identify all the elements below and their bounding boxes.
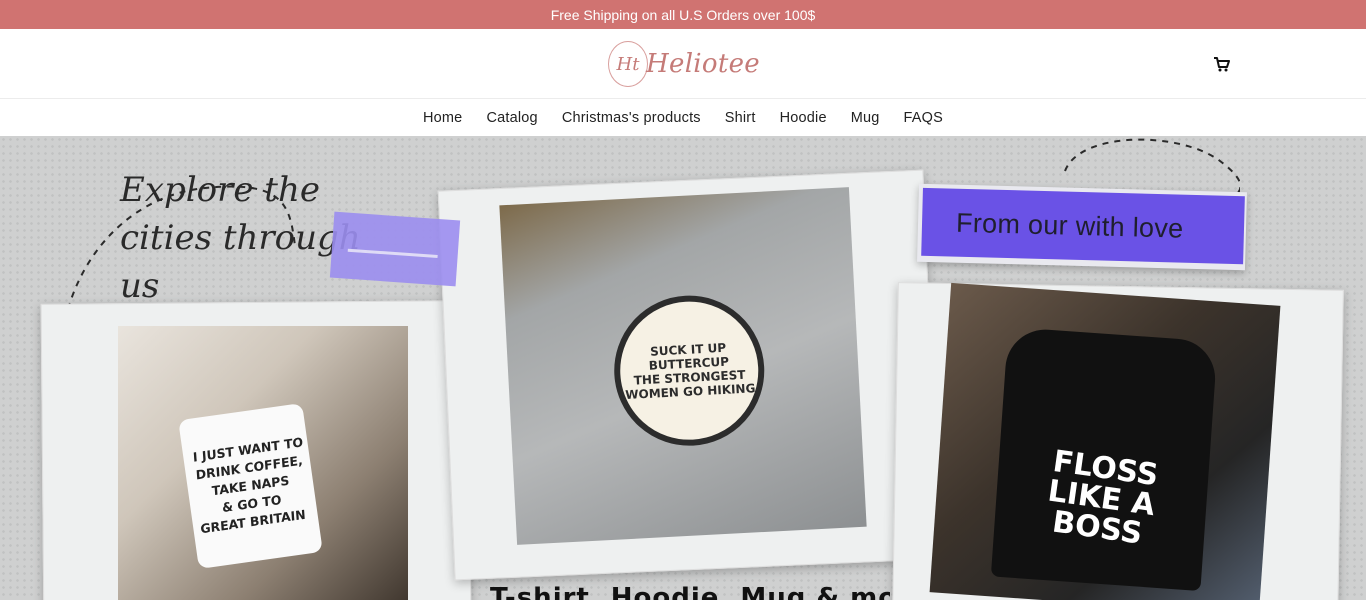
nav-item-shirt[interactable]: Shirt	[725, 110, 756, 126]
nav-item-home[interactable]: Home	[423, 110, 462, 126]
hero-banner[interactable]: Explore the cities through us I JUST WAN…	[0, 136, 1366, 600]
announcement-bar: Free Shipping on all U.S Orders over 100…	[0, 0, 1366, 29]
mug-image: I JUST WANT TO DRINK COFFEE, TAKE NAPS &…	[178, 403, 323, 569]
nav-item-faqs[interactable]: FAQS	[904, 110, 943, 126]
nav-item-catalog[interactable]: Catalog	[486, 110, 537, 126]
hoodie-print-badge: SUCK IT UP BUTTERCUP THE STRONGEST WOMEN…	[610, 291, 769, 450]
love-tag-text: From our with love	[955, 207, 1184, 244]
mug-photo[interactable]: I JUST WANT TO DRINK COFFEE, TAKE NAPS &…	[118, 326, 408, 600]
tshirt-print-text: FLOSS LIKE A BOSS	[1045, 443, 1161, 552]
logo-text: Heliotee	[646, 49, 760, 79]
mug-print-text: I JUST WANT TO DRINK COFFEE, TAKE NAPS &…	[192, 434, 307, 537]
hoodie-photo[interactable]: SUCK IT UP BUTTERCUP THE STRONGEST WOMEN…	[499, 187, 867, 545]
cart-icon[interactable]	[1211, 53, 1233, 75]
site-header: Ht Heliotee	[0, 29, 1366, 99]
main-nav: Home Catalog Christmas's products Shirt …	[0, 99, 1366, 136]
nav-item-christmas-products[interactable]: Christmas's products	[562, 110, 701, 126]
love-tag: From our with love	[917, 183, 1247, 271]
logo-mark-icon: Ht	[608, 41, 649, 87]
hoodie-print-text: SUCK IT UP BUTTERCUP THE STRONGEST WOMEN…	[624, 340, 756, 403]
purple-tape-decoration	[329, 211, 461, 287]
announcement-text: Free Shipping on all U.S Orders over 100…	[550, 6, 816, 23]
nav-item-hoodie[interactable]: Hoodie	[780, 110, 827, 126]
logo[interactable]: Ht Heliotee	[608, 39, 760, 89]
hero-caption: T-shirt, Hoodie, Mug & more	[490, 583, 890, 600]
nav-item-mug[interactable]: Mug	[851, 110, 880, 126]
love-tag-inner: From our with love	[921, 187, 1245, 265]
tshirt-image: FLOSS LIKE A BOSS	[990, 326, 1218, 591]
tshirt-photo[interactable]: FLOSS LIKE A BOSS	[929, 282, 1281, 600]
